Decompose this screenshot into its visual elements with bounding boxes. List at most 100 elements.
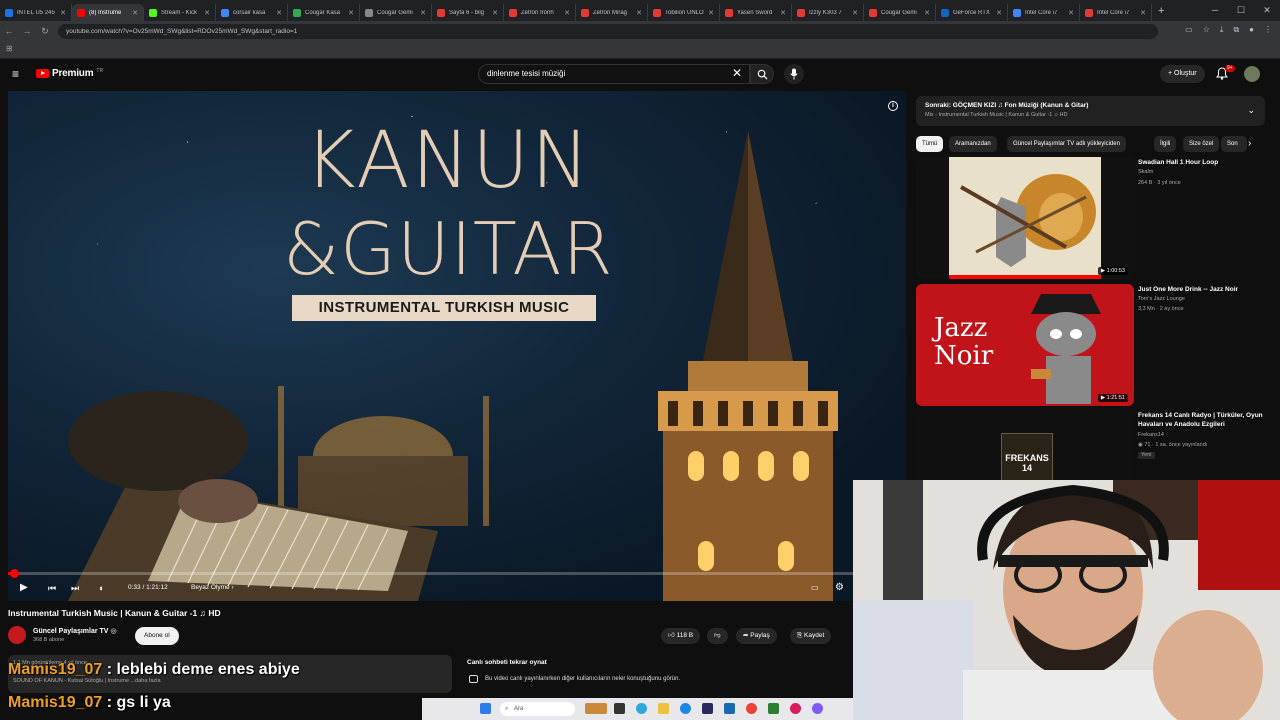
chip-for-you[interactable]: Size özel <box>1183 136 1220 152</box>
browser-tab[interactable]: Intel Core i7 ✕ <box>1008 4 1080 21</box>
chevron-down-icon[interactable]: ⌄ <box>1247 105 1255 116</box>
browser-tab[interactable]: INTEL U5 245 ✕ <box>0 4 72 21</box>
tab-close-icon[interactable]: ✕ <box>132 9 138 17</box>
tab-close-icon[interactable]: ✕ <box>708 9 714 17</box>
app-icon-2[interactable] <box>790 703 801 714</box>
like-button[interactable]: 👍︎ 118 B <box>661 628 701 644</box>
chip-all[interactable]: Tümü <box>916 136 944 152</box>
video-player[interactable]: KANUN &GUITAR INSTRUMENTAL TURKISH MUSIC <box>8 91 906 601</box>
browser-tab[interactable]: Zetron Ironh ✕ <box>504 4 576 21</box>
task-view-icon[interactable] <box>614 703 625 714</box>
browser-tab[interactable]: Tobilion UNLO ✕ <box>648 4 720 21</box>
browser-tab[interactable]: (8) Instrume ✕ <box>72 4 144 21</box>
browser-tab[interactable]: corsair kasa ✕ <box>216 4 288 21</box>
chapter-button[interactable]: Beyaz Ölyme › <box>191 582 234 594</box>
file-explorer-icon[interactable] <box>658 703 669 714</box>
tab-close-icon[interactable]: ✕ <box>924 9 930 17</box>
minimize-icon[interactable]: ─ <box>1202 0 1228 21</box>
previous-icon[interactable]: ⏮ <box>48 582 56 594</box>
settings-gear-icon[interactable]: ⚙ <box>835 582 844 594</box>
browser-tab[interactable]: Yasen Sword ✕ <box>720 4 792 21</box>
subtitles-icon[interactable]: ▭ <box>811 582 819 594</box>
reload-icon[interactable]: ↻ <box>36 26 54 37</box>
channel-avatar[interactable] <box>8 626 26 644</box>
browser-tab[interactable]: Cougar Gemi ✕ <box>360 4 432 21</box>
subscribe-button[interactable]: Abone ol <box>135 627 179 645</box>
recommendation-title[interactable]: Just One More Drink -- Jazz Noir <box>1138 285 1266 294</box>
url-field[interactable]: youtube.com/watch?v=Ov25mWd_SWg&list=RDO… <box>58 23 1158 39</box>
browser-tab[interactable]: Intel Core i7 ✕ <box>1080 4 1152 21</box>
youtube-logo[interactable]: Premium TR <box>36 68 103 79</box>
discord-icon[interactable] <box>812 703 823 714</box>
maximize-icon[interactable]: ☐ <box>1228 0 1254 21</box>
tab-close-icon[interactable]: ✕ <box>852 9 858 17</box>
steam-icon[interactable] <box>724 703 735 714</box>
taskbar-widget-icon[interactable] <box>585 703 607 714</box>
tab-close-icon[interactable]: ✕ <box>492 9 498 17</box>
dislike-button[interactable]: 👎︎ <box>707 628 728 644</box>
browser-tab[interactable]: Sayfa 6 - bilg ✕ <box>432 4 504 21</box>
browser-tab[interactable]: Izzly K303 7 ✕ <box>792 4 864 21</box>
search-button[interactable] <box>750 64 774 84</box>
voice-search-button[interactable] <box>784 64 804 84</box>
profile-icon[interactable]: ● <box>1249 25 1254 35</box>
tab-close-icon[interactable]: ✕ <box>60 9 66 17</box>
tab-close-icon[interactable]: ✕ <box>1140 9 1146 17</box>
chrome-icon[interactable] <box>746 703 757 714</box>
hamburger-menu-icon[interactable]: ≡ <box>12 68 24 80</box>
recommendation-thumbnail[interactable]: FREKANS 14 <box>916 411 1134 481</box>
chip-recent[interactable]: Son <box>1221 136 1247 152</box>
browser-tab[interactable]: Zetron Mirag ✕ <box>576 4 648 21</box>
store-icon[interactable] <box>702 703 713 714</box>
browser-tab[interactable]: GeForce RTX ✕ <box>936 4 1008 21</box>
share-button[interactable]: ➦ Paylaş <box>736 628 777 644</box>
clear-search-icon[interactable]: ✕ <box>732 66 742 80</box>
search-input[interactable]: dinlenme tesisi müziği <box>478 64 750 84</box>
play-icon[interactable]: ▶ <box>20 582 28 594</box>
tab-close-icon[interactable]: ✕ <box>348 9 354 17</box>
recommendation-title[interactable]: Frekans 14 Canlı Radyo | Türküler, Oyun … <box>1138 411 1266 429</box>
recommendation-title[interactable]: Swadian Hall 1 Hour Loop <box>1138 158 1266 167</box>
tab-close-icon[interactable]: ✕ <box>780 9 786 17</box>
download-icon[interactable]: ⤓ <box>1220 25 1224 35</box>
chip-from-search[interactable]: Aramanızdan <box>949 136 997 152</box>
channel-name[interactable]: Güncel Paylaşımlar TV ◎ <box>33 627 117 635</box>
bookmark-star-icon[interactable]: ☆ <box>1203 25 1210 35</box>
video-progress-bar[interactable] <box>8 569 906 578</box>
forward-icon[interactable]: → <box>18 26 36 36</box>
extensions-icon[interactable]: ⧉ <box>1233 25 1239 35</box>
volume-icon[interactable]: ◐ <box>99 582 104 594</box>
copilot-icon[interactable] <box>636 703 647 714</box>
chevron-right-icon[interactable]: › <box>1248 138 1251 149</box>
app-icon[interactable] <box>768 703 779 714</box>
info-icon[interactable]: i <box>888 101 898 111</box>
next-icon[interactable]: ⏭ <box>71 582 79 594</box>
windows-start-icon[interactable] <box>480 703 491 714</box>
edge-icon[interactable] <box>680 703 691 714</box>
tab-close-icon[interactable]: ✕ <box>276 9 282 17</box>
new-tab-icon[interactable]: + <box>1158 5 1164 17</box>
apps-grid-icon[interactable]: ⊞ <box>6 44 13 53</box>
browser-tab[interactable]: Cougar Kasa ✕ <box>288 4 360 21</box>
taskbar-search[interactable]: ⌕ Ara <box>500 702 575 716</box>
tab-close-icon[interactable]: ✕ <box>204 9 210 17</box>
account-avatar[interactable] <box>1244 66 1260 82</box>
up-next-panel[interactable]: Sonraki: GÖÇMEN KIZI ♫ Fon Müziği (Kanun… <box>916 96 1265 126</box>
create-button[interactable]: + Oluştur <box>1160 65 1205 83</box>
tab-close-icon[interactable]: ✕ <box>996 9 1002 17</box>
recommendation-thumbnail[interactable]: ▶︎ 1:00:53 <box>916 157 1134 279</box>
recommendation-channel[interactable]: Tom's Jazz Lounge <box>1138 296 1266 303</box>
chip-related[interactable]: İlgili <box>1154 136 1177 152</box>
browser-menu-icon[interactable]: ⋮ <box>1264 25 1272 35</box>
save-button[interactable]: ⎘ Kaydet <box>790 628 832 644</box>
back-icon[interactable]: ← <box>0 26 18 36</box>
cast-icon[interactable]: ▭ <box>1185 25 1193 35</box>
recommendation-thumbnail[interactable]: Jazz Noir ▶︎ 1:21:51 <box>916 284 1134 406</box>
chip-from-uploader[interactable]: Güncel Paylaşımlar TV adlı yükleyiciden <box>1007 136 1126 152</box>
close-window-icon[interactable]: ✕ <box>1254 0 1280 21</box>
tab-close-icon[interactable]: ✕ <box>636 9 642 17</box>
recommendation-channel[interactable]: Frekans14 <box>1138 432 1266 439</box>
tab-close-icon[interactable]: ✕ <box>564 9 570 17</box>
tab-close-icon[interactable]: ✕ <box>420 9 426 17</box>
browser-tab[interactable]: Stream - Kick ✕ <box>144 4 216 21</box>
